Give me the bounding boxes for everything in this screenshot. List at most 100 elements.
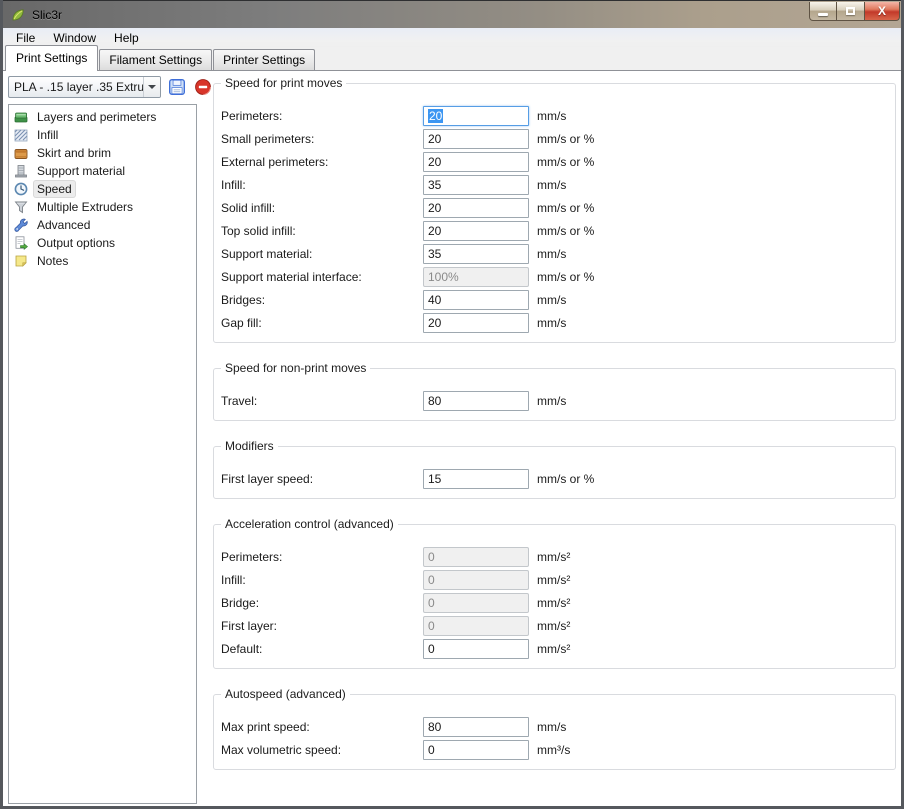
preset-dropdown[interactable]: PLA - .15 layer .35 Extruc — [8, 76, 161, 98]
field-label: Bridges: — [221, 293, 423, 307]
travel-input[interactable] — [423, 391, 529, 411]
sidebar-item-advanced[interactable]: Advanced — [9, 216, 196, 234]
preset-dropdown-button[interactable] — [143, 77, 160, 97]
setting-row: Perimeters: 20 mm/s — [214, 104, 895, 127]
first-layer-speed-input[interactable] — [423, 469, 529, 489]
field-label: Perimeters: — [221, 550, 423, 564]
setting-row: Bridges: mm/s — [214, 288, 895, 311]
bridges-input[interactable] — [423, 290, 529, 310]
external-perimeters-input[interactable] — [423, 152, 529, 172]
setting-row: Infill: mm/s² — [214, 568, 895, 591]
extruders-icon — [13, 199, 29, 215]
max-print-speed-input[interactable] — [423, 717, 529, 737]
unit-label: mm/s — [537, 720, 566, 734]
field-label: Support material: — [221, 247, 423, 261]
setting-row: Max print speed: mm/s — [214, 715, 895, 738]
unit-label: mm/s² — [537, 573, 570, 587]
tab-printer-settings[interactable]: Printer Settings — [213, 49, 315, 70]
tab-print-settings[interactable]: Print Settings — [5, 45, 98, 71]
unit-label: mm³/s — [537, 743, 570, 757]
field-label: Solid infill: — [221, 201, 423, 215]
group-title: Speed for non-print moves — [221, 361, 370, 375]
support-material-interface-input — [423, 267, 529, 287]
title-bar: Slic3r X — [3, 0, 901, 28]
tab-filament-settings[interactable]: Filament Settings — [99, 49, 212, 70]
perimeters-input[interactable]: 20 — [423, 106, 529, 126]
sidebar-item-speed[interactable]: Speed — [9, 180, 196, 198]
unit-label: mm/s — [537, 109, 566, 123]
setting-row: First layer speed: mm/s or % — [214, 467, 895, 490]
field-label: Bridge: — [221, 596, 423, 610]
unit-label: mm/s — [537, 293, 566, 307]
field-label: Gap fill: — [221, 316, 423, 330]
selected-text: 20 — [428, 109, 443, 123]
menu-file[interactable]: File — [7, 29, 44, 47]
support-material-input[interactable] — [423, 244, 529, 264]
gap-fill-input[interactable] — [423, 313, 529, 333]
field-label: Max volumetric speed: — [221, 743, 423, 757]
sidebar-item-infill[interactable]: Infill — [9, 126, 196, 144]
top-solid-infill-input[interactable] — [423, 221, 529, 241]
preset-dropdown-value: PLA - .15 layer .35 Extruc — [9, 77, 143, 97]
sidebar-item-layers-and-perimeters[interactable]: Layers and perimeters — [9, 108, 196, 126]
sidebar-item-label: Skirt and brim — [34, 145, 114, 161]
sidebar-item-support-material[interactable]: Support material — [9, 162, 196, 180]
sidebar-item-output-options[interactable]: Output options — [9, 234, 196, 252]
unit-label: mm/s — [537, 394, 566, 408]
settings-category-list: Layers and perimeters Infill Skirt and b… — [8, 104, 197, 804]
chevron-down-icon — [148, 85, 156, 89]
sidebar-item-label: Speed — [34, 181, 75, 197]
delete-preset-button[interactable] — [193, 77, 213, 97]
accel-default-input[interactable] — [423, 639, 529, 659]
solid-infill-input[interactable] — [423, 198, 529, 218]
group-title: Autospeed (advanced) — [221, 687, 350, 701]
sidebar-item-multiple-extruders[interactable]: Multiple Extruders — [9, 198, 196, 216]
group-title: Speed for print moves — [221, 76, 346, 90]
maximize-button[interactable] — [837, 2, 865, 21]
group-autospeed: Autospeed (advanced) Max print speed: mm… — [213, 694, 896, 770]
sidebar-item-notes[interactable]: Notes — [9, 252, 196, 270]
group-title: Acceleration control (advanced) — [221, 517, 398, 531]
field-label: First layer: — [221, 619, 423, 633]
accel-first-layer-input — [423, 616, 529, 636]
app-leaf-icon — [10, 7, 26, 23]
max-volumetric-speed-input[interactable] — [423, 740, 529, 760]
maximize-icon — [846, 7, 855, 15]
sidebar-item-label: Infill — [34, 127, 61, 143]
infill-input[interactable] — [423, 175, 529, 195]
setting-row: First layer: mm/s² — [214, 614, 895, 637]
save-preset-button[interactable] — [167, 77, 187, 97]
setting-row: Support material: mm/s — [214, 242, 895, 265]
field-label: First layer speed: — [221, 472, 423, 486]
setting-row: Gap fill: mm/s — [214, 311, 895, 334]
unit-label: mm/s — [537, 316, 566, 330]
menu-window[interactable]: Window — [44, 29, 105, 47]
unit-label: mm/s — [537, 247, 566, 261]
sidebar-item-skirt-and-brim[interactable]: Skirt and brim — [9, 144, 196, 162]
preset-row: PLA - .15 layer .35 Extruc — [8, 76, 213, 98]
unit-label: mm/s or % — [537, 472, 594, 486]
unit-label: mm/s or % — [537, 132, 594, 146]
output-icon — [13, 235, 29, 251]
speed-icon — [13, 181, 29, 197]
unit-label: mm/s² — [537, 596, 570, 610]
unit-label: mm/s² — [537, 619, 570, 633]
small-perimeters-input[interactable] — [423, 129, 529, 149]
field-label: Max print speed: — [221, 720, 423, 734]
menu-help[interactable]: Help — [105, 29, 148, 47]
minimize-button[interactable] — [809, 2, 837, 21]
unit-label: mm/s or % — [537, 224, 594, 238]
group-title: Modifiers — [221, 439, 278, 453]
minimize-icon — [818, 13, 828, 16]
unit-label: mm/s — [537, 178, 566, 192]
menu-bar: File Window Help — [3, 28, 901, 47]
window-title: Slic3r — [32, 8, 62, 22]
setting-row: Travel: mm/s — [214, 389, 895, 412]
close-button[interactable]: X — [865, 2, 900, 21]
note-icon — [13, 253, 29, 269]
accel-infill-input — [423, 570, 529, 590]
infill-icon — [13, 127, 29, 143]
group-speed-for-non-print-moves: Speed for non-print moves Travel: mm/s — [213, 368, 896, 421]
setting-row: Support material interface: mm/s or % — [214, 265, 895, 288]
slic3r-window: Slic3r X File Window Help Print Settings… — [0, 0, 904, 809]
